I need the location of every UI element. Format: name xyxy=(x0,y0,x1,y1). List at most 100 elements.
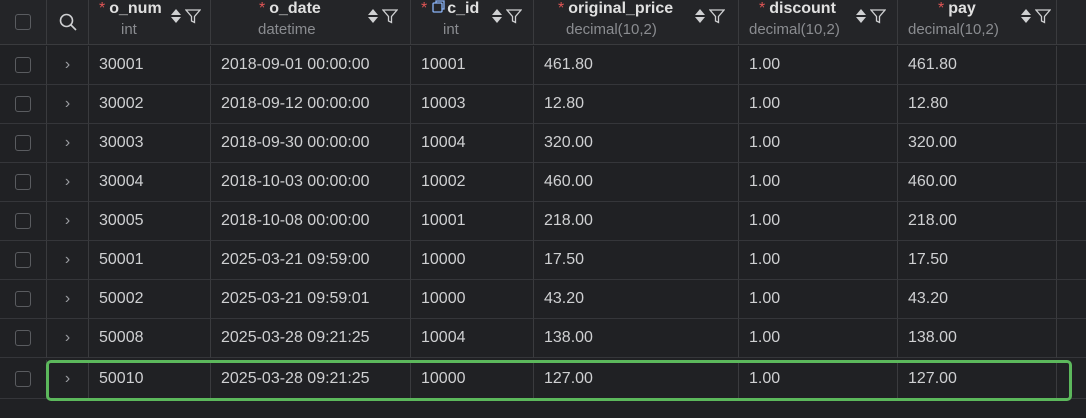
filter-icon[interactable] xyxy=(1035,8,1051,24)
cell-o_num[interactable]: 50001 xyxy=(89,241,211,280)
cell-o_num[interactable]: 30005 xyxy=(89,202,211,241)
cell-pay[interactable]: 43.20 xyxy=(898,280,1057,319)
cell-original_price[interactable]: 12.80 xyxy=(534,85,739,124)
cell-original_price[interactable]: 17.50 xyxy=(534,241,739,280)
expand-chevron-icon[interactable]: › xyxy=(65,329,70,347)
cell-original_price[interactable]: 461.80 xyxy=(534,46,739,85)
cell-original_price[interactable]: 43.20 xyxy=(534,280,739,319)
cell-pay[interactable]: 12.80 xyxy=(898,85,1057,124)
table-row[interactable]: › 50001 2025-03-21 09:59:00 10000 17.50 … xyxy=(0,241,1086,280)
row-checkbox[interactable] xyxy=(15,291,31,307)
cell-pay[interactable]: 17.50 xyxy=(898,241,1057,280)
cell-o_num[interactable]: 30004 xyxy=(89,163,211,202)
filter-icon[interactable] xyxy=(709,8,725,24)
cell-discount[interactable]: 1.00 xyxy=(739,85,898,124)
cell-o_date[interactable]: 2018-09-30 00:00:00 xyxy=(211,124,411,163)
cell-discount[interactable]: 1.00 xyxy=(739,319,898,358)
column-header-o_date[interactable]: * o_date datetime xyxy=(211,0,411,44)
cell-o_date[interactable]: 2018-10-08 00:00:00 xyxy=(211,202,411,241)
table-row[interactable]: › 30002 2018-09-12 00:00:00 10003 12.80 … xyxy=(0,85,1086,124)
table-row[interactable]: › 30003 2018-09-30 00:00:00 10004 320.00… xyxy=(0,124,1086,163)
cell-pay[interactable]: 320.00 xyxy=(898,124,1057,163)
row-checkbox[interactable] xyxy=(15,96,31,112)
expand-chevron-icon[interactable]: › xyxy=(65,290,70,308)
cell-discount[interactable]: 1.00 xyxy=(739,163,898,202)
cell-o_date[interactable]: 2025-03-28 09:21:25 xyxy=(211,319,411,358)
row-checkbox[interactable] xyxy=(15,371,31,387)
cell-o_num[interactable]: 30003 xyxy=(89,124,211,163)
column-name: * o_num xyxy=(99,0,162,17)
row-checkbox[interactable] xyxy=(15,330,31,346)
cell-o_num[interactable]: 50008 xyxy=(89,319,211,358)
table-row[interactable]: › 50008 2025-03-28 09:21:25 10004 138.00… xyxy=(0,319,1086,358)
sort-icon[interactable] xyxy=(491,8,503,24)
cell-discount[interactable]: 1.00 xyxy=(739,280,898,319)
row-checkbox[interactable] xyxy=(15,213,31,229)
cell-c_id[interactable]: 10000 xyxy=(411,241,534,280)
cell-c_id[interactable]: 10002 xyxy=(411,163,534,202)
cell-c_id[interactable]: 10004 xyxy=(411,319,534,358)
column-header-c_id[interactable]: * c_id int xyxy=(411,0,534,44)
cell-o_num[interactable]: 50002 xyxy=(89,280,211,319)
column-name: * original_price xyxy=(558,0,674,17)
table-row[interactable]: › 50002 2025-03-21 09:59:01 10000 43.20 … xyxy=(0,280,1086,319)
cell-o_date[interactable]: 2025-03-21 09:59:00 xyxy=(211,241,411,280)
row-checkbox[interactable] xyxy=(15,57,31,73)
filter-icon[interactable] xyxy=(506,8,522,24)
select-all-checkbox[interactable] xyxy=(15,14,31,30)
cell-discount[interactable]: 1.00 xyxy=(739,241,898,280)
sort-icon[interactable] xyxy=(855,8,867,24)
expand-chevron-icon[interactable]: › xyxy=(65,251,70,269)
filter-icon[interactable] xyxy=(870,8,886,24)
cell-o_num[interactable]: 30001 xyxy=(89,46,211,85)
column-header-discount[interactable]: * discount decimal(10,2) xyxy=(739,0,898,44)
cell-o_num[interactable]: 30002 xyxy=(89,85,211,124)
column-header-o_num[interactable]: * o_num int xyxy=(89,0,211,44)
cell-pay[interactable]: 218.00 xyxy=(898,202,1057,241)
sort-icon[interactable] xyxy=(367,8,379,24)
cell-o_date[interactable]: 2025-03-21 09:59:01 xyxy=(211,280,411,319)
cell-pay[interactable]: 460.00 xyxy=(898,163,1057,202)
row-checkbox[interactable] xyxy=(15,252,31,268)
required-marker: * xyxy=(259,0,266,17)
cell-c_id[interactable]: 10001 xyxy=(411,202,534,241)
cell-original_price[interactable]: 320.00 xyxy=(534,124,739,163)
column-name: * pay xyxy=(938,0,976,17)
row-checkbox[interactable] xyxy=(15,174,31,190)
cell-c_id[interactable]: 10000 xyxy=(411,280,534,319)
cell-original_price[interactable]: 218.00 xyxy=(534,202,739,241)
expand-chevron-icon[interactable]: › xyxy=(65,173,70,191)
table-row[interactable]: › 30004 2018-10-03 00:00:00 10002 460.00… xyxy=(0,163,1086,202)
cell-o_date[interactable]: 2018-10-03 00:00:00 xyxy=(211,163,411,202)
row-checkbox[interactable] xyxy=(15,135,31,151)
cell-c_id[interactable]: 10004 xyxy=(411,124,534,163)
cell-original_price[interactable]: 138.00 xyxy=(534,319,739,358)
cell-o_date[interactable]: 2018-09-01 00:00:00 xyxy=(211,46,411,85)
search-icon[interactable] xyxy=(59,13,77,31)
column-header-original_price[interactable]: * original_price decimal(10,2) xyxy=(534,0,739,44)
column-name: * o_date xyxy=(259,0,321,17)
table-row[interactable]: › 30001 2018-09-01 00:00:00 10001 461.80… xyxy=(0,46,1086,85)
sort-icon[interactable] xyxy=(694,8,706,24)
cell-pay[interactable]: 461.80 xyxy=(898,46,1057,85)
expand-chevron-icon[interactable]: › xyxy=(65,56,70,74)
cell-discount[interactable]: 1.00 xyxy=(739,46,898,85)
filter-icon[interactable] xyxy=(185,8,201,24)
expand-chevron-icon[interactable]: › xyxy=(65,212,70,230)
cell-original_price[interactable]: 460.00 xyxy=(534,163,739,202)
cell-c_id[interactable]: 10001 xyxy=(411,46,534,85)
filter-icon[interactable] xyxy=(382,8,398,24)
sort-icon[interactable] xyxy=(170,8,182,24)
cell-c_id[interactable]: 10003 xyxy=(411,85,534,124)
sort-icon[interactable] xyxy=(1020,8,1032,24)
cell-o_date[interactable]: 2018-09-12 00:00:00 xyxy=(211,85,411,124)
header-select-all[interactable] xyxy=(0,0,47,44)
table-row[interactable]: › 30005 2018-10-08 00:00:00 10001 218.00… xyxy=(0,202,1086,241)
expand-chevron-icon[interactable]: › xyxy=(65,134,70,152)
header-search[interactable] xyxy=(47,0,89,44)
column-header-pay[interactable]: * pay decimal(10,2) xyxy=(898,0,1057,44)
cell-pay[interactable]: 138.00 xyxy=(898,319,1057,358)
cell-discount[interactable]: 1.00 xyxy=(739,124,898,163)
cell-discount[interactable]: 1.00 xyxy=(739,202,898,241)
expand-chevron-icon[interactable]: › xyxy=(65,95,70,113)
